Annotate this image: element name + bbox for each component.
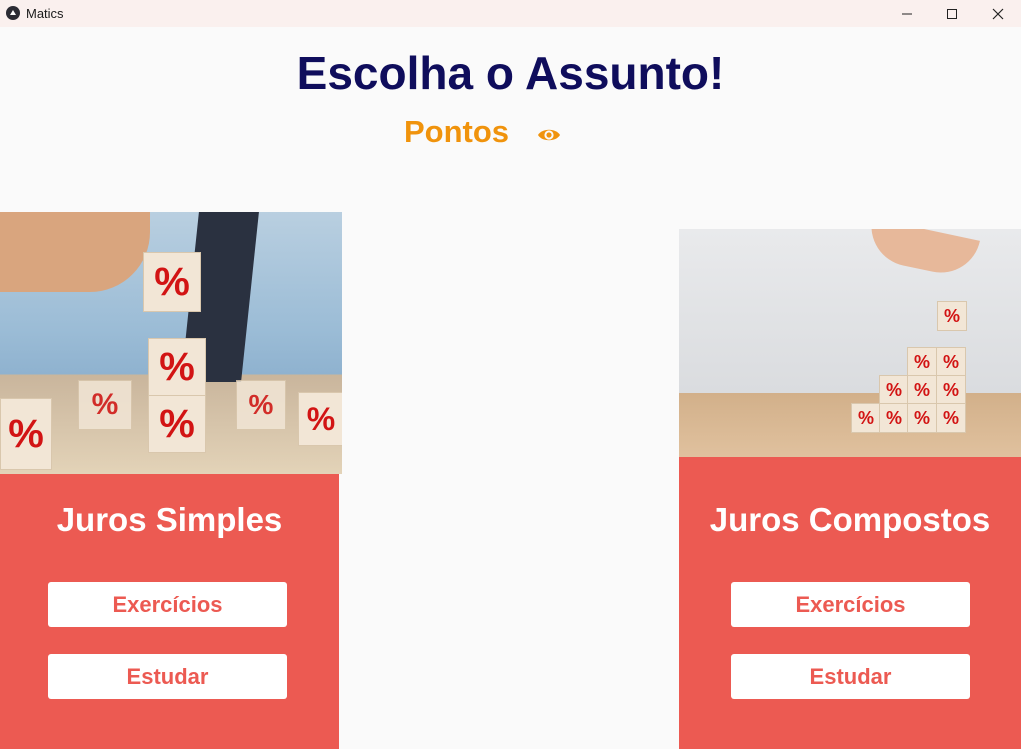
hand-shape <box>0 212 150 292</box>
app-logo-icon <box>6 6 20 20</box>
percent-cube: % <box>236 380 286 430</box>
percent-cube: % <box>936 347 966 377</box>
close-icon <box>992 8 1004 19</box>
juros-simples-title: Juros Simples <box>56 501 283 538</box>
percent-cube: % <box>148 338 206 396</box>
percent-cube: % <box>298 392 342 446</box>
maximize-icon <box>947 8 957 19</box>
juros-simples-exercises-button[interactable]: Exercícios <box>48 582 287 627</box>
juros-compostos-exercises-button[interactable]: Exercícios <box>731 582 970 627</box>
juros-simples-card: Juros Simples Exercícios Estudar <box>0 474 339 749</box>
percent-cube: % <box>0 398 52 470</box>
close-button[interactable] <box>975 0 1021 27</box>
points-label: Pontos <box>404 114 510 149</box>
juros-compostos-study-button[interactable]: Estudar <box>731 654 970 699</box>
juros-compostos-image: % % % % % % % % % % <box>679 229 1021 457</box>
percent-cube: % <box>936 403 966 433</box>
window-title: Matics <box>26 6 64 21</box>
percent-cube: % <box>936 375 966 405</box>
percent-cube: % <box>907 347 937 377</box>
minimize-icon <box>902 13 912 14</box>
percent-cube: % <box>879 375 909 405</box>
window-titlebar: Matics <box>0 0 1021 27</box>
eye-icon[interactable] <box>537 125 561 145</box>
percent-cube: % <box>937 301 967 331</box>
minimize-button[interactable] <box>884 0 930 27</box>
maximize-button[interactable] <box>929 0 975 27</box>
hand-shape <box>864 229 980 280</box>
percent-cube: % <box>907 375 937 405</box>
juros-simples-image: % % % % % % % <box>0 212 342 474</box>
juros-simples-study-button[interactable]: Estudar <box>48 654 287 699</box>
page-title: Escolha o Assunto! <box>296 47 725 99</box>
percent-cube: % <box>143 252 201 312</box>
percent-cube: % <box>851 403 881 433</box>
juros-compostos-title: Juros Compostos <box>709 501 991 538</box>
juros-compostos-card: Juros Compostos Exercícios Estudar <box>679 457 1021 749</box>
percent-cube: % <box>907 403 937 433</box>
percent-cube: % <box>148 395 206 453</box>
percent-cube: % <box>879 403 909 433</box>
percent-cube: % <box>78 380 132 430</box>
